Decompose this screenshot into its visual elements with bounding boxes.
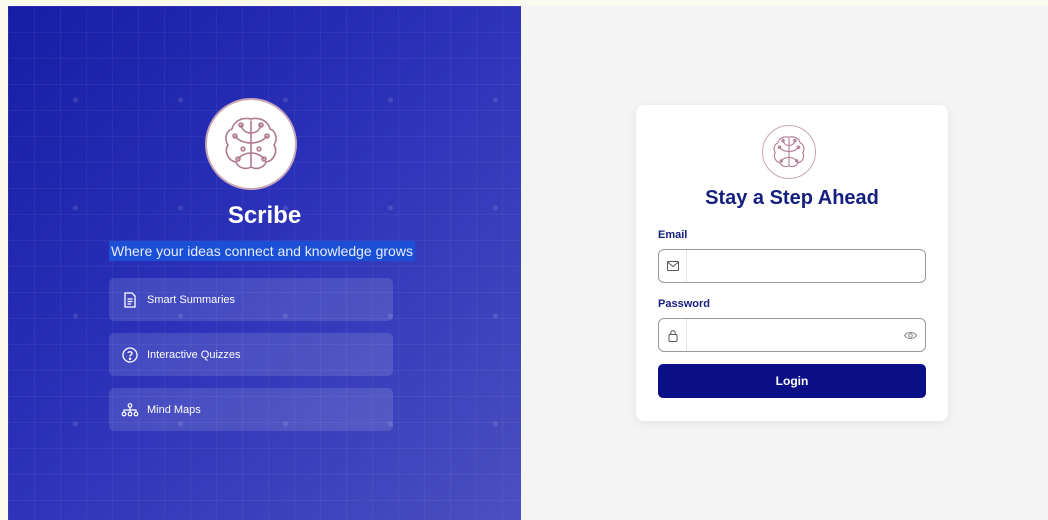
eye-icon[interactable] [895, 331, 925, 340]
lock-icon [659, 319, 687, 351]
brand-tagline: Where your ideas connect and knowledge g… [109, 241, 415, 261]
password-input[interactable] [687, 319, 895, 351]
feature-label: Interactive Quizzes [147, 348, 241, 361]
feature-label: Smart Summaries [147, 293, 236, 306]
document-icon [121, 291, 139, 309]
dot-pattern [8, 6, 521, 520]
brand-name: Scribe [227, 202, 302, 229]
brain-logo-icon [762, 125, 816, 179]
hierarchy-icon [121, 401, 139, 419]
brand-panel: Scribe Where your ideas connect and know… [8, 6, 521, 520]
login-button[interactable]: Login [658, 364, 926, 398]
email-field[interactable] [658, 249, 926, 283]
feature-interactive-quizzes: Interactive Quizzes [109, 333, 393, 376]
question-circle-icon [121, 346, 139, 364]
envelope-icon [659, 250, 687, 282]
brain-logo-icon [205, 98, 297, 190]
password-label: Password [658, 298, 710, 310]
feature-label: Mind Maps [147, 403, 201, 416]
email-label: Email [658, 229, 688, 241]
login-title: Stay a Step Ahead [705, 187, 879, 209]
login-card: Stay a Step Ahead Email Password Login [636, 105, 948, 421]
feature-smart-summaries: Smart Summaries [109, 278, 393, 321]
email-input[interactable] [687, 250, 925, 282]
password-field[interactable] [658, 318, 926, 352]
feature-mind-maps: Mind Maps [109, 388, 393, 431]
